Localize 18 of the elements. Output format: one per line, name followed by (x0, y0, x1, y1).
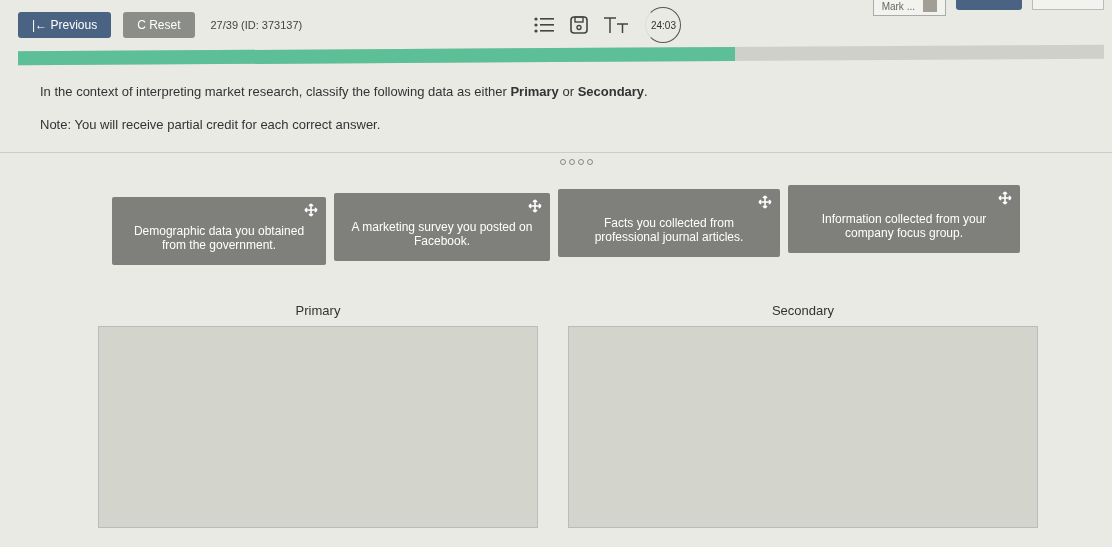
note-text: Note: You will receive partial credit for each correct answer. (40, 117, 382, 132)
mark-button[interactable]: Mark ... (872, 0, 946, 16)
move-icon[interactable] (758, 195, 772, 209)
move-icon[interactable] (998, 191, 1012, 205)
move-icon[interactable] (304, 203, 318, 217)
answer-card[interactable]: A marketing survey you posted on Facebook. (334, 193, 550, 261)
question-text: In the context of interpreting market research, classify the following data as either Primary or Secondary. (40, 84, 649, 99)
reset-button[interactable]: C Reset (123, 12, 195, 38)
move-icon[interactable] (528, 199, 542, 213)
save-icon[interactable] (569, 15, 590, 35)
previous-button[interactable]: |← Previous (18, 12, 112, 38)
answer-card[interactable]: Facts you collected from professional journal articles. (558, 189, 780, 257)
list-icon[interactable] (533, 15, 556, 35)
answer-card[interactable]: Demographic data you obtained from the government. (112, 197, 326, 265)
zone-label: Secondary (770, 303, 836, 318)
question-position: 27/39 (ID: 373137) (210, 19, 303, 31)
zone-label: Primary (294, 303, 342, 318)
answer-card[interactable]: Information collected from your company focus group. (788, 185, 1020, 253)
